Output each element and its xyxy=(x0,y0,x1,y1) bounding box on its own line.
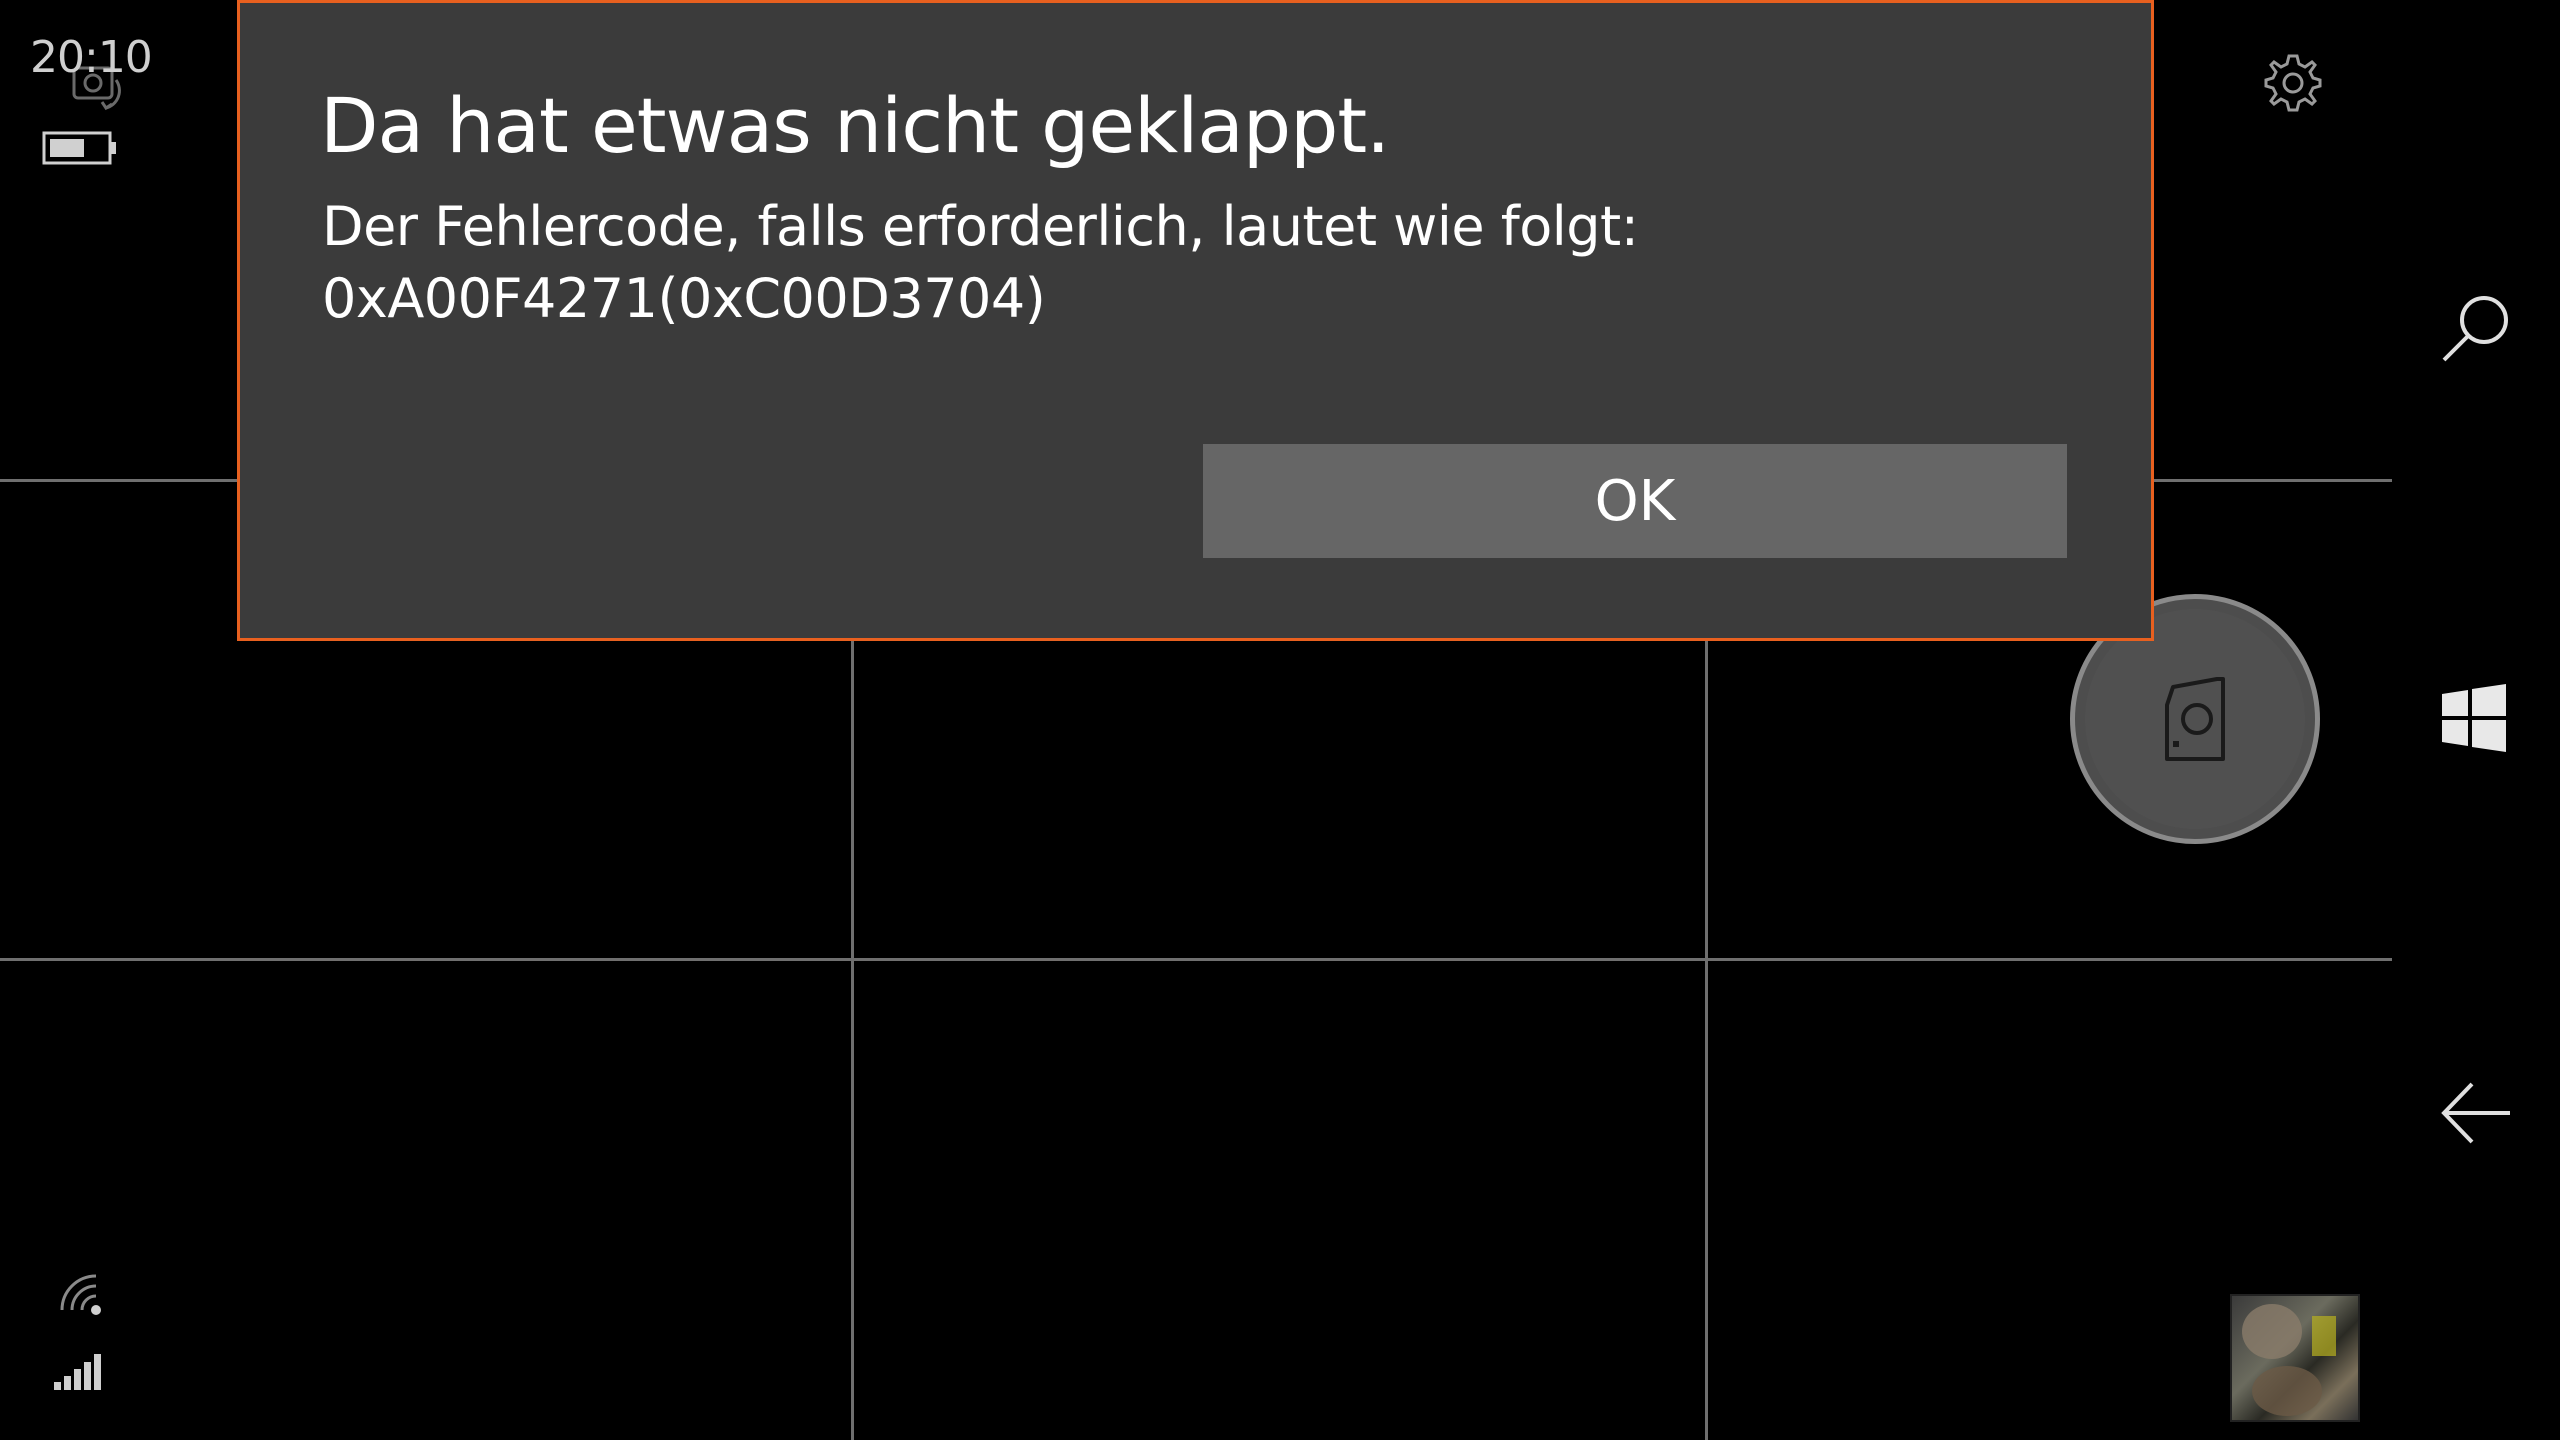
battery-icon xyxy=(42,131,116,165)
dialog-title: Da hat etwas nicht geklappt. xyxy=(320,81,1390,170)
signal-icon xyxy=(54,1354,101,1390)
search-icon[interactable] xyxy=(2438,290,2514,366)
settings-icon[interactable] xyxy=(2260,50,2326,116)
windows-icon[interactable] xyxy=(2440,684,2508,752)
dialog-message-line: Der Fehlercode, falls erforderlich, laut… xyxy=(322,195,1639,258)
grid-line-horizontal-bottom xyxy=(0,958,2392,961)
status-time: 20:10 xyxy=(30,32,153,83)
last-photo-thumbnail[interactable] xyxy=(2230,1294,2360,1422)
back-icon[interactable] xyxy=(2438,1080,2514,1146)
camera-viewfinder[interactable]: 20:10 Da hat etwas nicht geklappt. Der F… xyxy=(0,0,2560,1440)
camera-icon xyxy=(2165,677,2225,761)
error-dialog: Da hat etwas nicht geklappt. Der Fehlerc… xyxy=(237,0,2154,641)
thumbnail-detail xyxy=(2312,1316,2336,1356)
error-code: 0xA00F4271(0xC00D3704) xyxy=(322,267,1046,330)
ok-button[interactable]: OK xyxy=(1203,444,2067,558)
thumbnail-detail xyxy=(2242,1304,2302,1359)
dialog-message: Der Fehlercode, falls erforderlich, laut… xyxy=(322,191,1639,335)
thumbnail-detail xyxy=(2252,1366,2322,1416)
wifi-icon xyxy=(60,1274,101,1315)
